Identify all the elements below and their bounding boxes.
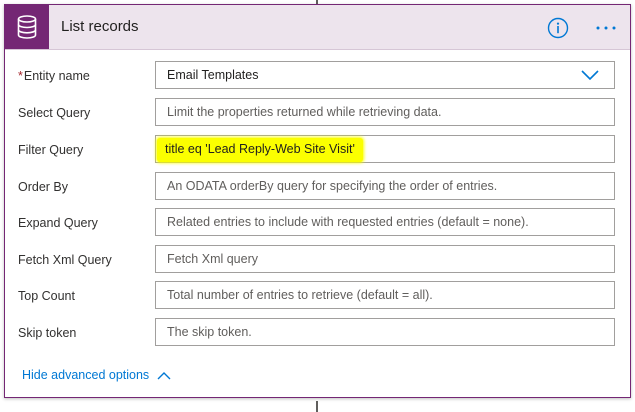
- action-card-list-records: List records *Entity name Email Template…: [4, 4, 631, 398]
- field-row-skip-token: Skip token The skip token.: [5, 318, 630, 348]
- top-count-input[interactable]: Total number of entries to retrieve (def…: [155, 281, 615, 309]
- expand-query-input[interactable]: Related entries to include with requeste…: [155, 208, 615, 236]
- connector-icon-tile: [5, 5, 49, 49]
- flow-connector-bottom: [316, 401, 318, 412]
- more-options-icon[interactable]: [593, 17, 619, 39]
- database-icon: [17, 15, 37, 39]
- field-row-select-query: Select Query Limit the properties return…: [5, 98, 630, 128]
- fetch-xml-query-input[interactable]: Fetch Xml query: [155, 245, 615, 273]
- action-card-header[interactable]: List records: [5, 5, 630, 50]
- fetch-xml-query-placeholder: Fetch Xml query: [167, 252, 259, 266]
- filter-query-input[interactable]: title eq 'Lead Reply-Web Site Visit': [155, 135, 615, 163]
- expand-query-label: Expand Query: [18, 216, 98, 230]
- top-count-label: Top Count: [18, 289, 75, 303]
- field-row-fetch-xml-query: Fetch Xml Query Fetch Xml query: [5, 245, 630, 275]
- order-by-label: Order By: [18, 180, 69, 194]
- skip-token-label: Skip token: [18, 326, 77, 340]
- field-row-entity-name: *Entity name Email Templates: [5, 61, 630, 91]
- action-title: List records: [61, 18, 139, 35]
- entity-name-value: Email Templates: [167, 68, 259, 82]
- field-row-order-by: Order By An ODATA orderBy query for spec…: [5, 172, 630, 202]
- filter-query-label: Filter Query: [18, 143, 84, 157]
- hide-advanced-options-label: Hide advanced options: [22, 368, 150, 382]
- field-row-top-count: Top Count Total number of entries to ret…: [5, 281, 630, 311]
- skip-token-placeholder: The skip token.: [167, 325, 252, 339]
- field-row-expand-query: Expand Query Related entries to include …: [5, 208, 630, 238]
- info-icon[interactable]: [547, 17, 569, 39]
- filter-query-value: title eq 'Lead Reply-Web Site Visit': [157, 138, 363, 162]
- order-by-input[interactable]: An ODATA orderBy query for specifying th…: [155, 172, 615, 200]
- hide-advanced-options-link[interactable]: Hide advanced options: [22, 368, 171, 382]
- entity-name-label: *Entity name: [18, 69, 90, 83]
- skip-token-input[interactable]: The skip token.: [155, 318, 615, 346]
- fetch-xml-query-label: Fetch Xml Query: [18, 253, 112, 267]
- select-query-placeholder: Limit the properties returned while retr…: [167, 105, 442, 119]
- top-count-placeholder: Total number of entries to retrieve (def…: [167, 288, 433, 302]
- select-query-label: Select Query: [18, 106, 91, 120]
- expand-query-placeholder: Related entries to include with requeste…: [167, 215, 529, 229]
- chevron-down-icon[interactable]: [581, 68, 599, 82]
- required-marker: *: [18, 69, 23, 83]
- field-row-filter-query: Filter Query title eq 'Lead Reply-Web Si…: [5, 135, 630, 165]
- chevron-up-icon: [157, 371, 171, 379]
- order-by-placeholder: An ODATA orderBy query for specifying th…: [167, 179, 498, 193]
- entity-name-dropdown[interactable]: Email Templates: [155, 61, 615, 89]
- select-query-input[interactable]: Limit the properties returned while retr…: [155, 98, 615, 126]
